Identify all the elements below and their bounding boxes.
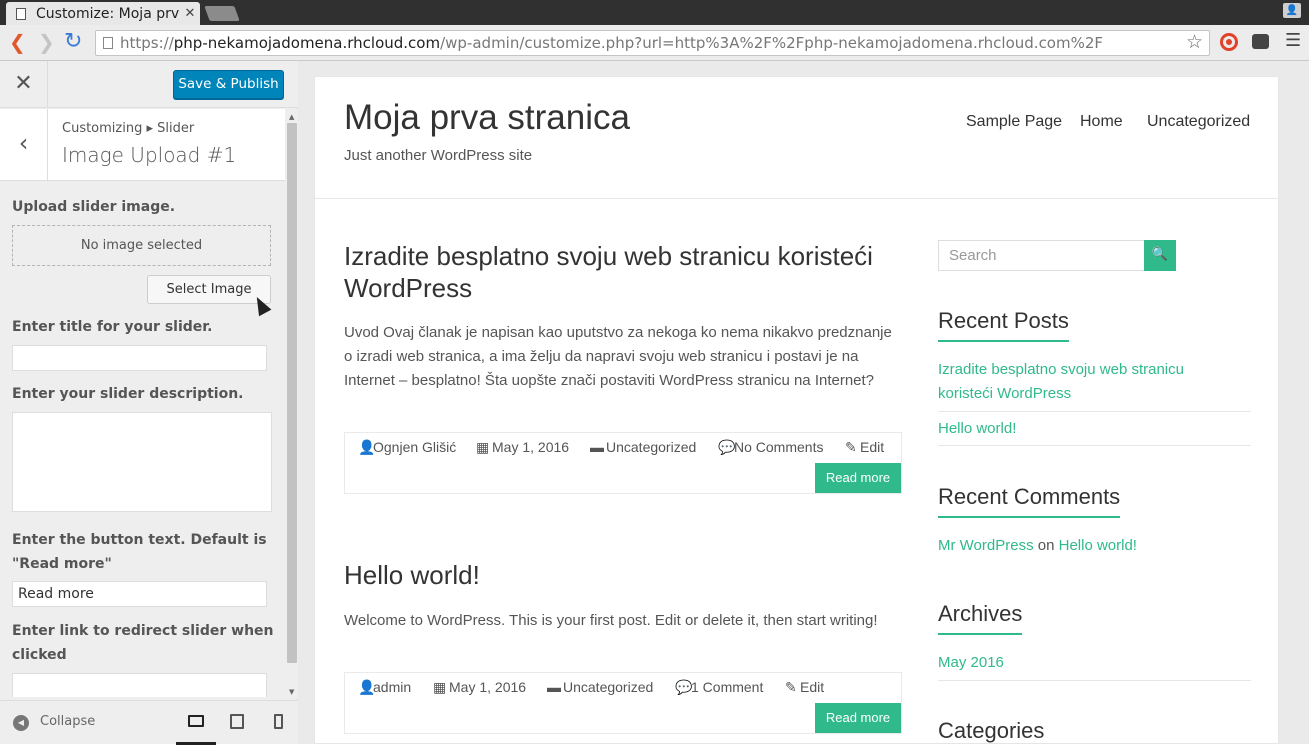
divider (938, 680, 1251, 681)
post-date[interactable]: May 1, 2016 (492, 439, 569, 455)
recent-post-link[interactable]: Hello world! (938, 417, 1238, 441)
customizer-panel: ✕ Save & Publish ‹ Customizing ▸ Slider … (0, 61, 298, 745)
scrollbar-thumb[interactable] (287, 123, 297, 663)
widget-title-recent-comments: Recent Comments (938, 484, 1121, 518)
widget-title-categories: Categories (938, 718, 1045, 743)
chrome-menu-icon[interactable]: ☰ (1285, 30, 1301, 51)
post-comments[interactable]: No Comments (734, 439, 823, 455)
search-icon[interactable]: 🔍 (1144, 240, 1176, 271)
tablet-preview-icon[interactable] (230, 714, 244, 729)
pocket-icon[interactable] (1252, 34, 1269, 49)
customizer-footer: ◀ Collapse (0, 700, 298, 745)
post-edit-link[interactable]: Edit (860, 439, 884, 455)
breadcrumb: Customizing ▸ Slider (62, 121, 195, 136)
url-prefix: https:// (120, 34, 174, 52)
close-tab-icon[interactable]: ✕ (180, 6, 200, 21)
slider-link-input[interactable] (12, 673, 267, 697)
slider-description-textarea[interactable] (12, 412, 272, 512)
reload-icon[interactable]: ↻ (64, 31, 82, 53)
comment-author-link[interactable]: Mr WordPress (938, 537, 1034, 554)
archive-link[interactable]: May 2016 (938, 651, 1238, 675)
new-tab-button[interactable] (204, 6, 240, 21)
menu-item-sample-page[interactable]: Sample Page (966, 113, 1062, 131)
desktop-preview-icon[interactable] (188, 715, 204, 727)
site-page (314, 76, 1279, 744)
browser-toolbar: ❮ ❯ ↻ https://php-nekamojadomena.rhcloud… (0, 25, 1309, 61)
post-comments[interactable]: 1 Comment (691, 679, 763, 695)
comment-on-text: on (1037, 537, 1055, 554)
post-category[interactable]: Uncategorized (606, 439, 696, 455)
divider (938, 445, 1251, 446)
post-meta: 👤 admin ▦ May 1, 2016 ▬ Uncategorized 💬 … (344, 672, 902, 734)
menu-item-home[interactable]: Home (1080, 113, 1123, 131)
url-domain: php-nekamojadomena.rhcloud.com (173, 34, 441, 52)
site-title[interactable]: Moja prva stranica (344, 98, 630, 138)
page-icon (16, 7, 26, 20)
section-title: Image Upload #1 (62, 143, 237, 167)
collapse-icon[interactable]: ◀ (13, 715, 29, 731)
url-path: /wp-admin/customize.php?url=http%3A%2F%2… (440, 34, 1104, 52)
calendar-icon: ▦ (433, 679, 447, 695)
collapse-button[interactable]: Collapse (40, 714, 95, 729)
search-input[interactable]: Search (938, 240, 1145, 271)
recent-post-link[interactable]: Izradite besplatno svoju web stranicu ko… (938, 358, 1218, 406)
slider-title-input[interactable] (12, 345, 267, 371)
scroll-down-arrow-icon[interactable]: ▼ (289, 688, 294, 696)
read-more-button[interactable]: Read more (815, 463, 901, 493)
divider (938, 411, 1251, 412)
comment-post-link[interactable]: Hello world! (1059, 537, 1137, 554)
close-icon[interactable]: ✕ (0, 61, 48, 108)
section-header: ‹ Customizing ▸ Slider Image Upload #1 (0, 109, 285, 181)
scroll-up-arrow-icon[interactable]: ▲ (289, 113, 294, 121)
button-text-input[interactable]: Read more (12, 581, 267, 607)
read-more-button[interactable]: Read more (815, 703, 901, 733)
widget-title-archives: Archives (938, 601, 1023, 635)
edit-icon: ✎ (785, 679, 797, 695)
title-label: Enter title for your slider. (12, 319, 213, 335)
recent-comment: Mr WordPress on Hello world! (938, 534, 1238, 558)
customizer-header: ✕ Save & Publish (0, 61, 298, 108)
image-placeholder: No image selected (12, 225, 271, 266)
extension-target-icon[interactable] (1220, 33, 1238, 51)
post-edit-link[interactable]: Edit (800, 679, 824, 695)
bookmark-star-icon[interactable]: ☆ (1186, 31, 1203, 53)
comment-icon: 💬 (675, 679, 693, 695)
upload-label: Upload slider image. (12, 199, 176, 215)
browser-tabstrip: Customize: Moja prva ✕ 👤 (0, 0, 1309, 25)
tab-title: Customize: Moja prva (36, 5, 180, 22)
post-category[interactable]: Uncategorized (563, 679, 653, 695)
post-excerpt: Welcome to WordPress. This is your first… (344, 612, 878, 629)
forward-arrow-icon[interactable]: ❯ (38, 32, 55, 52)
comment-icon: 💬 (718, 439, 736, 455)
post-excerpt: Uvod Ovaj članak je napisan kao uputstvo… (344, 324, 892, 389)
browser-tab[interactable]: Customize: Moja prva ✕ (6, 2, 200, 25)
calendar-icon: ▦ (476, 439, 490, 455)
back-chevron-icon[interactable]: ‹ (0, 109, 48, 180)
post-title[interactable]: Hello world! (344, 559, 904, 591)
menu-item-uncategorized[interactable]: Uncategorized (1147, 113, 1250, 131)
post-title[interactable]: Izradite besplatno svoju web stranicu ko… (344, 240, 904, 304)
header-divider (315, 198, 1278, 199)
post-author[interactable]: admin (373, 679, 411, 695)
page-icon (103, 37, 113, 49)
post-author[interactable]: Ognjen Glišić (373, 439, 456, 455)
back-arrow-icon[interactable]: ❮ (9, 32, 26, 52)
edit-icon: ✎ (845, 439, 857, 455)
mobile-preview-icon[interactable] (274, 714, 283, 729)
save-publish-button[interactable]: Save & Publish (173, 70, 284, 99)
widget-title-recent-posts: Recent Posts (938, 308, 1069, 342)
button-text-label: Enter the button text. Default is "Read … (12, 532, 267, 572)
address-bar[interactable]: https://php-nekamojadomena.rhcloud.com/w… (95, 30, 1210, 56)
post-date[interactable]: May 1, 2016 (449, 679, 526, 695)
folder-icon: ▬ (590, 439, 604, 455)
link-label: Enter link to redirect slider when click… (12, 623, 274, 663)
folder-icon: ▬ (547, 679, 561, 695)
site-tagline: Just another WordPress site (344, 147, 533, 164)
user-icon[interactable]: 👤 (1283, 3, 1301, 18)
post-meta: 👤 Ognjen Glišić ▦ May 1, 2016 ▬ Uncatego… (344, 432, 902, 494)
description-label: Enter your slider description. (12, 386, 244, 402)
